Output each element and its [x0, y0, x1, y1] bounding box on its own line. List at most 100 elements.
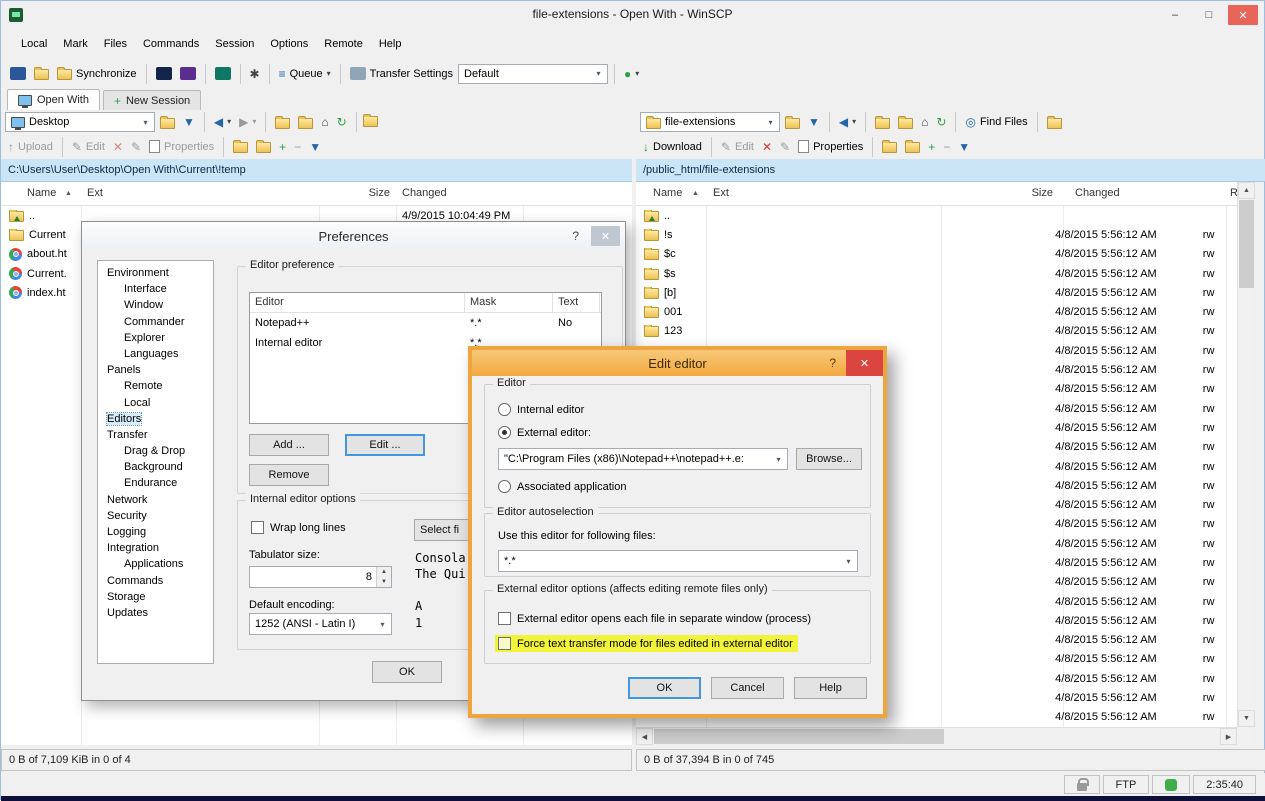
right-dir-button-1[interactable]	[879, 138, 900, 155]
left-delete-button[interactable]: ✕	[110, 139, 126, 155]
stepper-buttons[interactable]: ▲▼	[376, 567, 391, 587]
left-open-dir-button[interactable]	[157, 114, 178, 131]
tabulator-size-stepper[interactable]: 8 ▲▼	[249, 566, 392, 588]
right-col-name[interactable]: Name	[653, 187, 682, 199]
tree-item-panels[interactable]: Panels	[98, 362, 213, 378]
tree-item-logging[interactable]: Logging	[98, 524, 213, 540]
right-new-dir-button[interactable]	[1044, 114, 1065, 131]
menu-item-session[interactable]: Session	[207, 33, 262, 55]
menu-item-local[interactable]: Local	[13, 33, 55, 55]
left-col-size[interactable]: Size	[319, 187, 390, 199]
tree-item-storage[interactable]: Storage	[98, 589, 213, 605]
tree-item-applications[interactable]: Applications	[98, 556, 213, 572]
left-back-button[interactable]: ◀▾	[211, 114, 234, 130]
wrap-long-lines-row[interactable]: Wrap long lines	[251, 521, 346, 534]
stepper-down-icon[interactable]: ▼	[377, 577, 391, 587]
tree-item-network[interactable]: Network	[98, 492, 213, 508]
edit-editor-ok-button[interactable]: OK	[628, 677, 701, 699]
vertical-scroll-thumb[interactable]	[1239, 200, 1254, 288]
horizontal-scroll-thumb[interactable]	[654, 729, 944, 744]
upload-button[interactable]: ↑Upload	[5, 139, 56, 155]
left-select-add-button[interactable]: +	[276, 139, 289, 155]
left-dir-button-1[interactable]	[230, 138, 251, 155]
right-drive-combo[interactable]: file-extensions▾	[640, 112, 780, 132]
left-filter-button[interactable]: ▼	[180, 114, 198, 130]
right-col-ext[interactable]: Ext	[713, 187, 729, 199]
menu-item-help[interactable]: Help	[371, 33, 410, 55]
left-drive-combo[interactable]: Desktop▾	[5, 112, 155, 132]
scroll-up-icon[interactable]: ▲	[1238, 182, 1255, 199]
browse-button[interactable]: Browse...	[796, 448, 862, 470]
file-row[interactable]: 1234/8/2015 5:56:12 AMrw	[636, 322, 1237, 341]
right-vertical-scrollbar[interactable]: ▲ ▼	[1237, 182, 1254, 727]
close-button[interactable]: ✕	[1228, 5, 1258, 25]
right-rename-button[interactable]: ✎	[777, 139, 793, 155]
right-filter-button-2[interactable]: ▼	[955, 139, 973, 155]
scroll-down-icon[interactable]: ▼	[1238, 710, 1255, 727]
left-rename-button[interactable]: ✎	[128, 139, 144, 155]
scroll-right-icon[interactable]: ▶	[1220, 728, 1237, 745]
left-path-bar[interactable]: C:\Users\User\Desktop\Open With\Current\…	[1, 159, 632, 182]
internal-editor-radio-row[interactable]: Internal editor	[498, 403, 584, 416]
right-dir-button-2[interactable]	[902, 138, 923, 155]
edit-button[interactable]: Edit ...	[345, 434, 425, 456]
download-button[interactable]: ↓Download	[640, 139, 705, 155]
file-row[interactable]: $c4/8/2015 5:56:12 AMrw	[636, 245, 1237, 264]
scroll-left-icon[interactable]: ◀	[636, 728, 653, 745]
menu-item-options[interactable]: Options	[262, 33, 316, 55]
right-refresh-button[interactable]: ↻	[933, 114, 949, 130]
right-edit-button[interactable]: ✎Edit	[718, 139, 757, 155]
internal-editor-radio[interactable]	[498, 403, 511, 416]
tree-item-environment[interactable]: Environment	[98, 265, 213, 281]
tree-item-endurance[interactable]: Endurance	[98, 475, 213, 491]
connection-cell[interactable]	[1152, 775, 1190, 794]
right-path-bar[interactable]: /public_html/file-extensions	[636, 159, 1265, 182]
menu-item-mark[interactable]: Mark	[55, 33, 95, 55]
file-row[interactable]: 0014/8/2015 5:56:12 AMrw	[636, 302, 1237, 321]
terminal-button[interactable]	[212, 65, 234, 82]
preferences-close-button[interactable]: ✕	[591, 226, 620, 246]
tree-item-security[interactable]: Security	[98, 508, 213, 524]
left-forward-button[interactable]: ▶▾	[236, 114, 259, 130]
editor-col[interactable]: Editor	[250, 293, 465, 312]
file-row[interactable]: ..	[636, 206, 1237, 225]
edit-editor-help-button[interactable]: Help	[794, 677, 867, 699]
right-col-size[interactable]: Size	[941, 187, 1053, 199]
mask-col[interactable]: Mask	[465, 293, 553, 312]
left-properties-button[interactable]: Properties	[146, 138, 217, 155]
tree-item-editors[interactable]: Editors	[98, 411, 213, 427]
file-row[interactable]: $s4/8/2015 5:56:12 AMrw	[636, 264, 1237, 283]
left-parent-dir-button[interactable]	[272, 114, 293, 131]
right-delete-button[interactable]: ✕	[759, 139, 775, 155]
tab-new-session[interactable]: +New Session	[103, 90, 201, 110]
tree-item-background[interactable]: Background	[98, 459, 213, 475]
left-new-dir-button[interactable]	[363, 114, 378, 130]
left-col-ext[interactable]: Ext	[87, 187, 103, 199]
left-home-button[interactable]: ⌂	[318, 114, 331, 130]
left-col-changed[interactable]: Changed	[402, 187, 447, 199]
edit-editor-close-button[interactable]: ✕	[846, 350, 883, 376]
tree-item-commands[interactable]: Commands	[98, 573, 213, 589]
right-back-button[interactable]: ◀▾	[836, 114, 859, 130]
right-horizontal-scrollbar[interactable]: ◀ ▶	[636, 727, 1237, 744]
default-encoding-combo[interactable]: 1252 (ANSI - Latin I) ▾	[249, 613, 392, 635]
remove-button[interactable]: Remove	[249, 464, 329, 486]
site-manager-button[interactable]	[7, 65, 29, 82]
file-row[interactable]: [b]4/8/2015 5:56:12 AMrw	[636, 283, 1237, 302]
left-root-dir-button[interactable]	[295, 114, 316, 131]
force-text-mode-checkbox[interactable]	[498, 637, 511, 650]
help-icon[interactable]: ?	[566, 229, 585, 243]
preferences-button[interactable]: ✱	[247, 66, 263, 82]
left-edit-button[interactable]: ✎Edit	[69, 139, 108, 155]
associated-application-radio-row[interactable]: Associated application	[498, 480, 626, 493]
tree-item-updates[interactable]: Updates	[98, 605, 213, 621]
right-filter-button[interactable]: ▼	[805, 114, 823, 130]
force-text-mode-row[interactable]: Force text transfer mode for files edite…	[495, 635, 798, 652]
find-files-button[interactable]: ◎Find Files	[962, 114, 1030, 130]
right-select-remove-button[interactable]: −	[940, 139, 953, 155]
right-home-button[interactable]: ⌂	[918, 114, 931, 130]
file-row[interactable]: !s4/8/2015 5:56:12 AMrw	[636, 225, 1237, 244]
tree-item-remote[interactable]: Remote	[98, 378, 213, 394]
associated-application-radio[interactable]	[498, 480, 511, 493]
tab-open-with[interactable]: Open With	[7, 89, 100, 110]
